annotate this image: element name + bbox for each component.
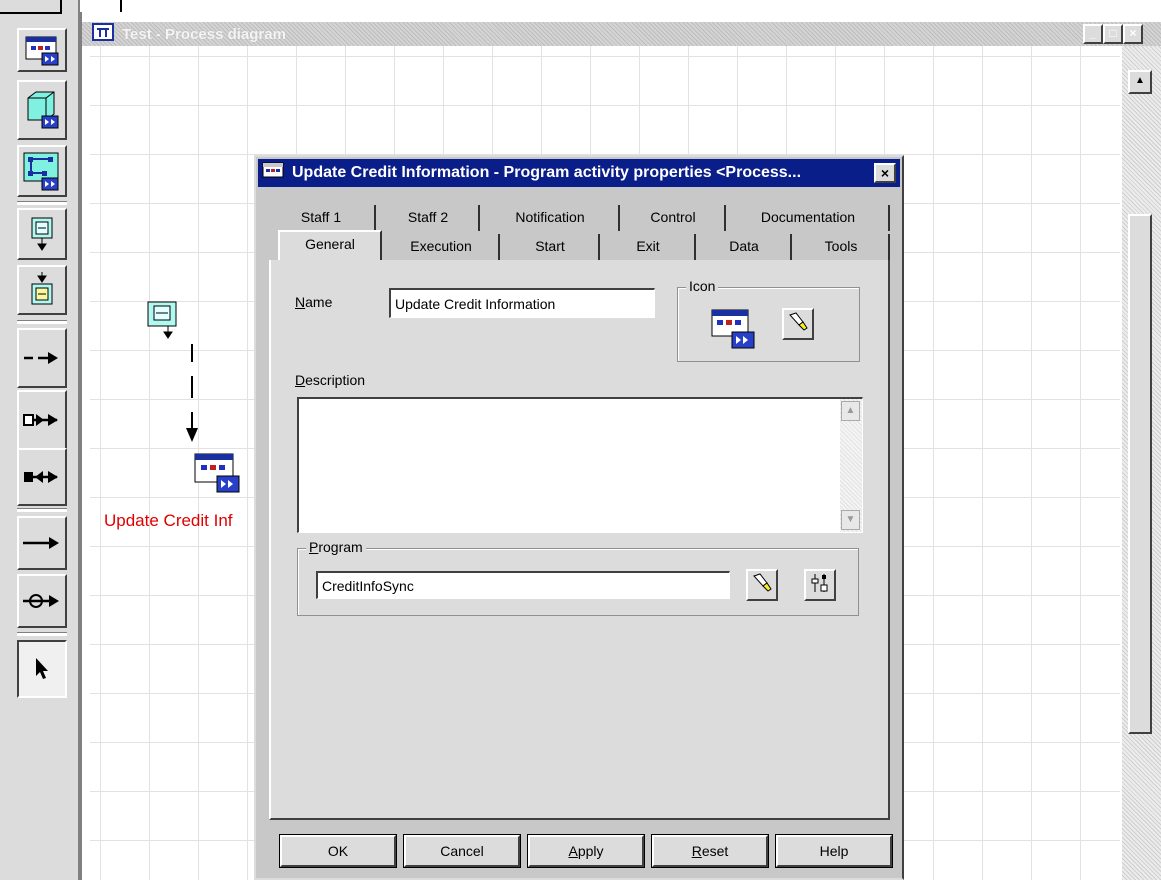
- source-node-tool-button[interactable]: [17, 208, 67, 260]
- toolbar-separator: [17, 201, 67, 205]
- tab-exit[interactable]: Exit: [602, 234, 696, 260]
- control-connector-icon: [22, 348, 62, 368]
- sink-node-icon: [26, 270, 58, 310]
- data-connector-icon: [22, 410, 62, 430]
- toolbar-separator: [17, 320, 67, 324]
- block-activity-icon: [22, 151, 62, 191]
- description-scrollbar[interactable]: ▲ ▼: [840, 399, 862, 532]
- loop-connector-icon: [21, 591, 63, 611]
- program-activity-icon: [193, 453, 243, 500]
- tab-notification[interactable]: Notification: [482, 205, 620, 231]
- select-pointer-tool-button[interactable]: [17, 640, 67, 698]
- dialog-close-button[interactable]: ×: [874, 163, 896, 183]
- browse-program-button[interactable]: [746, 569, 778, 601]
- tab-staff-2[interactable]: Staff 2: [378, 205, 480, 231]
- restore-button[interactable]: □: [1103, 24, 1123, 44]
- control-connector-line[interactable]: [180, 340, 204, 450]
- vertical-scrollbar[interactable]: ▲: [1122, 46, 1161, 880]
- process-diagram-title: Test - Process diagram: [122, 25, 286, 43]
- help-button[interactable]: Help: [775, 834, 893, 868]
- data-connector-tool-button[interactable]: [17, 390, 67, 450]
- tab-tools[interactable]: Tools: [794, 234, 890, 260]
- window-close-button[interactable]: ×: [1123, 24, 1143, 44]
- program-activity-node[interactable]: [193, 452, 243, 500]
- process-activity-tool-button[interactable]: [17, 80, 67, 140]
- tab-control[interactable]: Control: [622, 205, 726, 231]
- ok-button[interactable]: OK: [279, 834, 397, 868]
- source-node-icon: [146, 301, 180, 346]
- toolbar-separator: [17, 508, 67, 512]
- description-textarea[interactable]: ▲ ▼: [297, 397, 863, 533]
- general-tab-panel: Name Icon Description ▲ ▼ Program: [269, 260, 890, 820]
- tab-staff-1[interactable]: Staff 1: [268, 205, 376, 231]
- program-group: Program: [297, 539, 859, 616]
- dialog-title-icon: [262, 162, 284, 185]
- scroll-up-icon: ▲: [1135, 75, 1145, 86]
- icon-group-label: Icon: [686, 278, 719, 294]
- source-node-icon: [26, 214, 58, 254]
- diagram-window-icon: [92, 23, 114, 45]
- toolbar-top-edge: [0, 0, 62, 14]
- minimize-button[interactable]: _: [1083, 24, 1103, 44]
- program-activity-icon: [24, 34, 60, 66]
- program-properties-button[interactable]: [804, 569, 836, 601]
- program-activity-properties-dialog: Update Credit Information - Program acti…: [254, 155, 904, 880]
- dialog-title: Update Credit Information - Program acti…: [292, 164, 802, 181]
- description-scroll-down-icon[interactable]: ▼: [841, 510, 860, 530]
- dialog-title-bar[interactable]: Update Credit Information - Program acti…: [258, 159, 900, 187]
- sink-node-tool-button[interactable]: [17, 265, 67, 315]
- data-connector-reverse-tool-button[interactable]: [17, 448, 67, 506]
- settings-sliders-icon: [809, 572, 831, 598]
- browse-icon-button[interactable]: [782, 308, 814, 340]
- control-connector-tool-button[interactable]: [17, 328, 67, 388]
- cancel-button[interactable]: Cancel: [403, 834, 521, 868]
- process-diagram-title-bar[interactable]: Test - Process diagram _ □ ×: [82, 22, 1161, 46]
- flashlight-icon: [787, 311, 809, 337]
- tab-execution[interactable]: Execution: [384, 234, 500, 260]
- data-connector-reverse-icon: [22, 467, 62, 487]
- activity-icon-preview: [710, 308, 758, 354]
- program-field[interactable]: [316, 571, 730, 599]
- description-label: Description: [295, 372, 366, 388]
- tab-general[interactable]: General: [278, 230, 382, 261]
- tab-start[interactable]: Start: [502, 234, 600, 260]
- name-field[interactable]: [389, 288, 655, 318]
- activity-node-label: Update Credit Inf: [104, 511, 233, 530]
- process-activity-icon: [24, 88, 60, 132]
- block-activity-tool-button[interactable]: [17, 145, 67, 197]
- name-label: Name: [295, 294, 333, 310]
- toolbar-separator: [17, 632, 67, 636]
- apply-button[interactable]: Apply: [527, 834, 645, 868]
- loop-connector-tool-button[interactable]: [17, 574, 67, 628]
- scrollbar-thumb[interactable]: [1128, 214, 1152, 734]
- reset-button[interactable]: Reset: [651, 834, 769, 868]
- flashlight-icon: [751, 572, 773, 598]
- description-scroll-up-icon[interactable]: ▲: [841, 401, 860, 421]
- default-connector-icon: [21, 533, 63, 553]
- default-connector-tool-button[interactable]: [17, 516, 67, 570]
- tab-data[interactable]: Data: [698, 234, 792, 260]
- icon-group: Icon: [677, 278, 860, 362]
- program-group-label: Program: [306, 539, 366, 555]
- scroll-up-button[interactable]: ▲: [1128, 70, 1152, 94]
- source-node[interactable]: [146, 300, 180, 346]
- tab-documentation[interactable]: Documentation: [728, 205, 890, 231]
- tool-palette: [0, 0, 80, 880]
- select-pointer-icon: [32, 656, 52, 682]
- program-activity-tool-button[interactable]: [17, 28, 67, 72]
